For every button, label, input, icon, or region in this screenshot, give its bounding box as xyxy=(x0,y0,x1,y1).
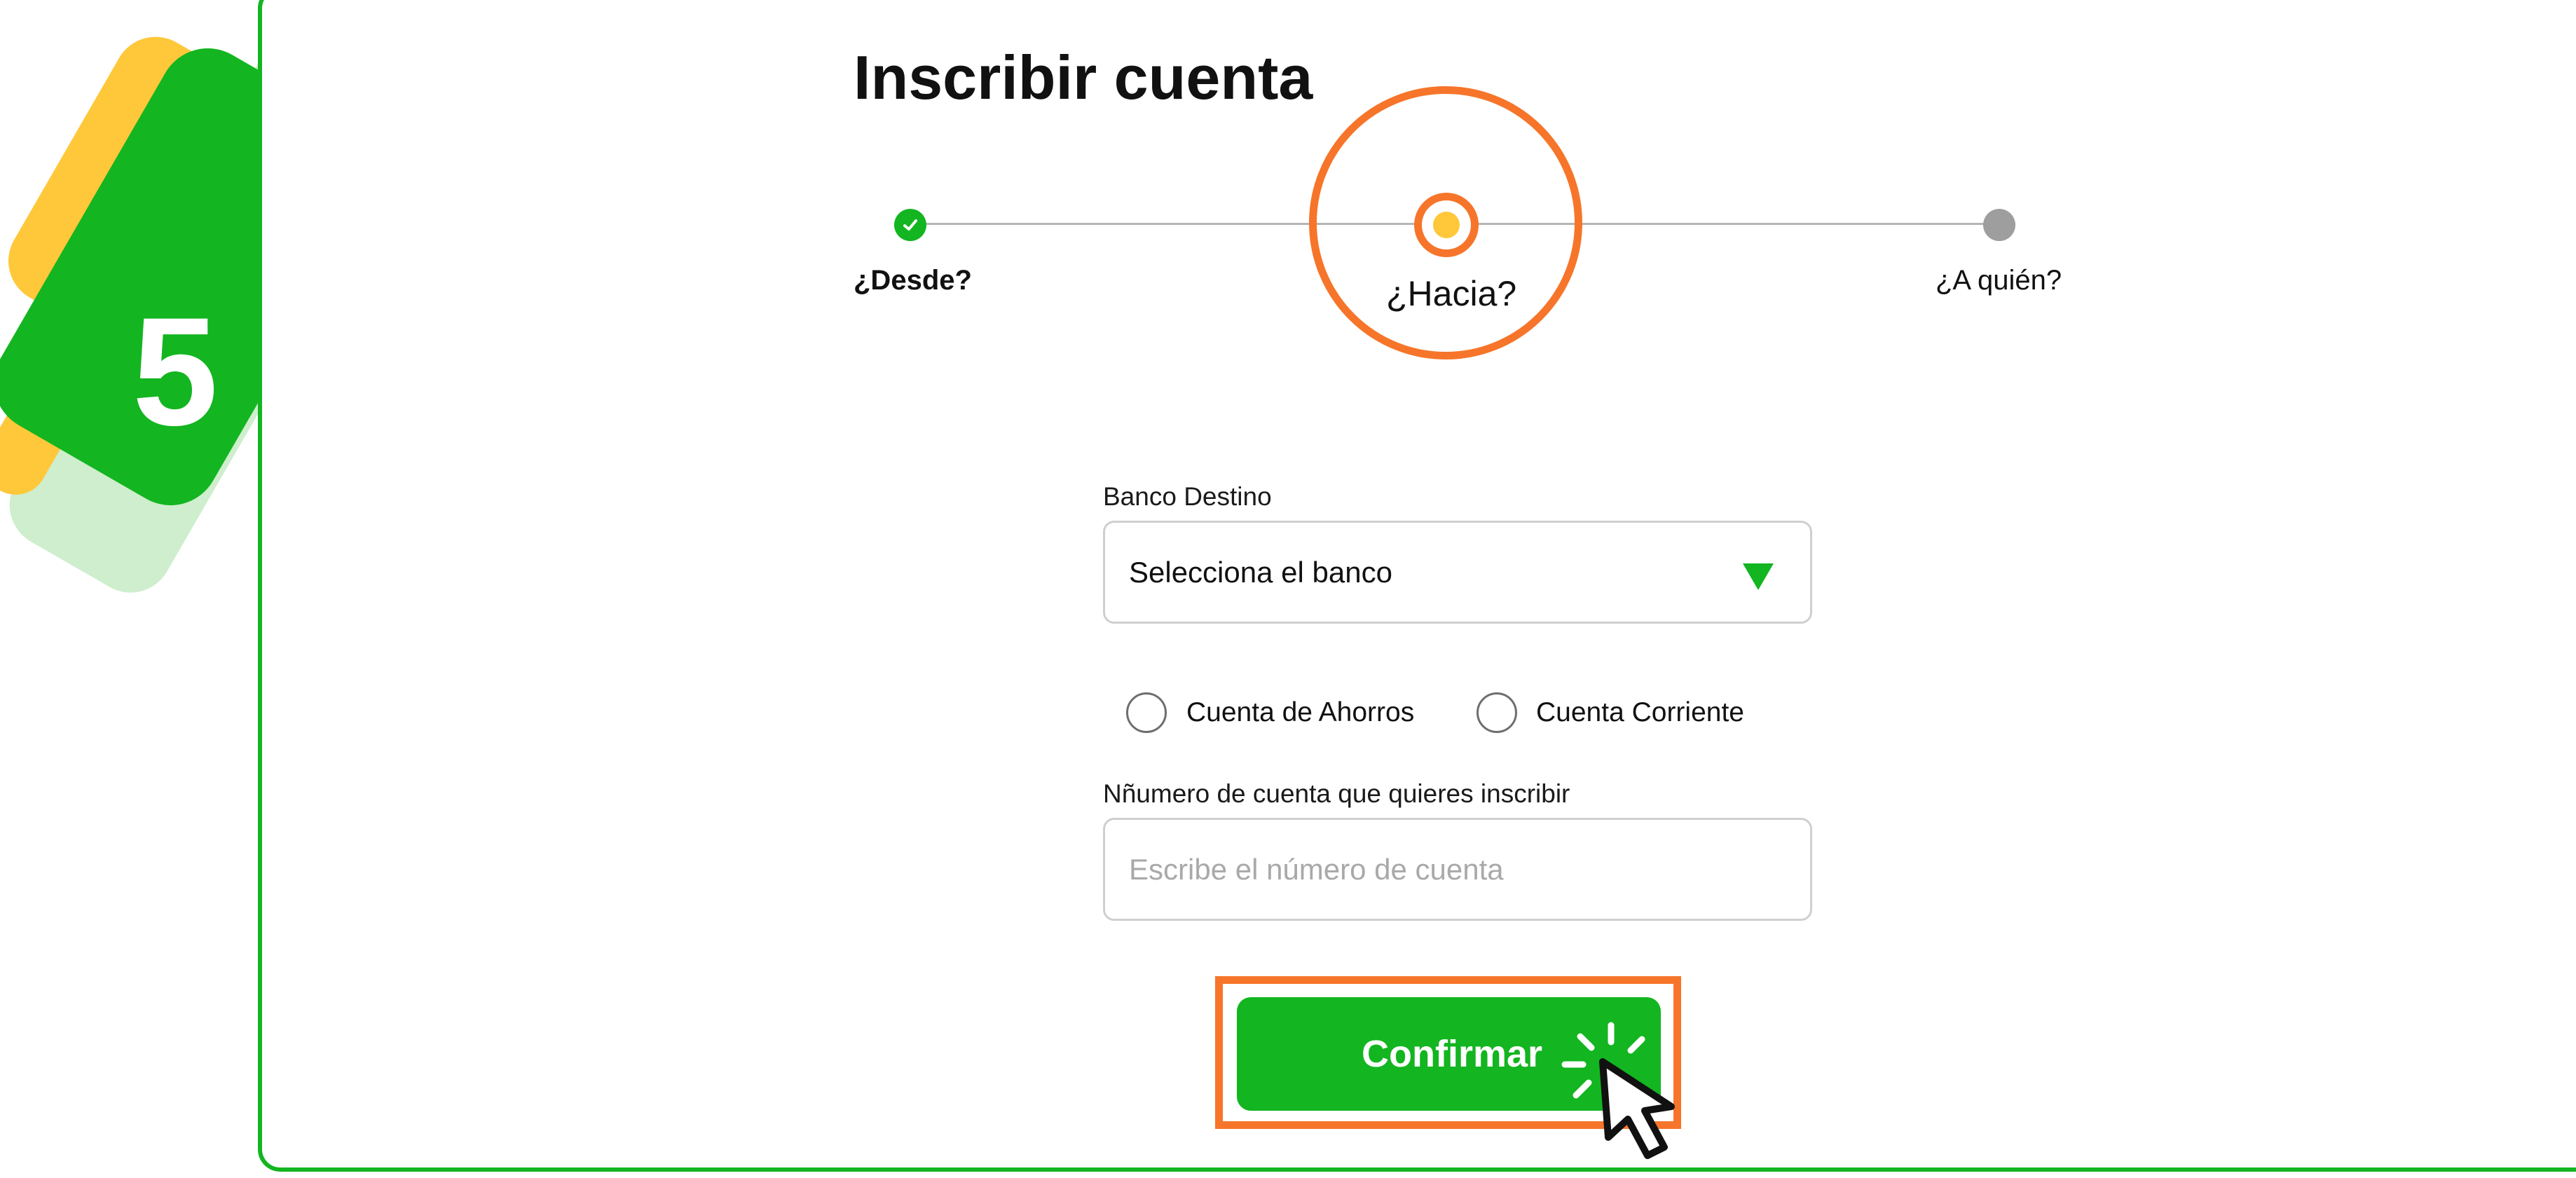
step-label-hacia: ¿Hacia? xyxy=(1386,274,1517,313)
radio-cuenta-corriente[interactable] xyxy=(1477,692,1517,733)
step-label-a-quien: ¿A quién? xyxy=(1936,265,2062,296)
step-indicator-done xyxy=(894,209,926,241)
bank-select-value: Selecciona el banco xyxy=(1129,555,1392,589)
radio-label-corriente: Cuenta Corriente xyxy=(1536,697,1744,727)
page-title: Inscribir cuenta xyxy=(854,43,1313,112)
radio-label-ahorros: Cuenta de Ahorros xyxy=(1186,697,1415,727)
bank-select[interactable]: Selecciona el banco xyxy=(1103,521,1812,624)
check-icon xyxy=(903,219,917,231)
highlight-circle xyxy=(1309,86,1582,359)
account-number-input[interactable] xyxy=(1103,818,1812,921)
bank-label: Banco Destino xyxy=(1103,482,1272,511)
triangle-down-icon xyxy=(1743,563,1774,590)
mouse-cursor-icon xyxy=(1561,1022,1675,1159)
account-number-label: Nñumero de cuenta que quieres inscribir xyxy=(1103,779,1570,808)
radio-cuenta-ahorros[interactable] xyxy=(1126,692,1167,733)
step-label-desde: ¿Desde? xyxy=(854,265,972,296)
step-number: 5 xyxy=(132,285,219,458)
step-indicator-pending xyxy=(1983,209,2015,241)
